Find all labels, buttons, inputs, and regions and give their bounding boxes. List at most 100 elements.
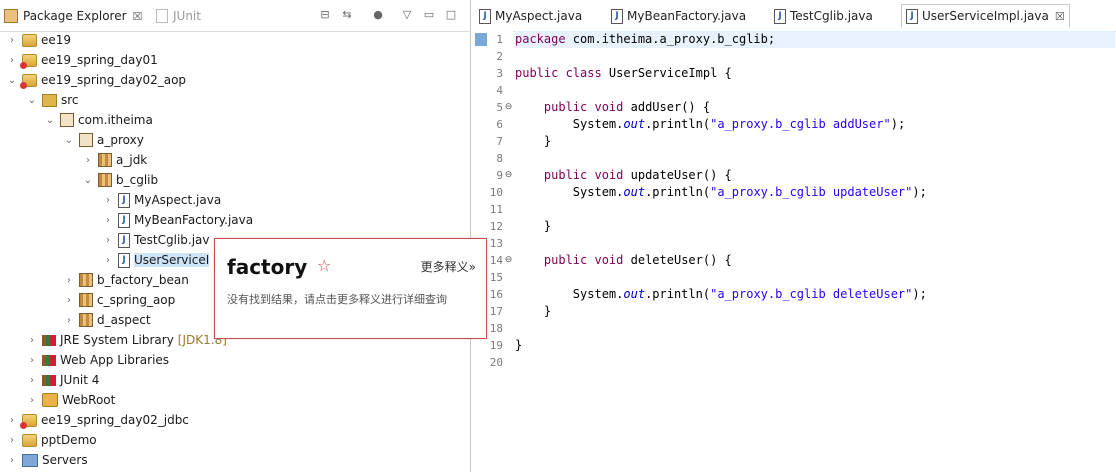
chevron-right-icon[interactable]: ›: [26, 355, 38, 366]
string-token: "a_proxy.b_cglib addUser": [710, 117, 891, 131]
tree-item-pptdemo[interactable]: › pptDemo: [6, 430, 97, 450]
code-line[interactable]: System.out.println("a_proxy.b_cglib addU…: [515, 116, 1115, 133]
code-line[interactable]: System.out.println("a_proxy.b_cglib dele…: [515, 286, 1115, 303]
code-line[interactable]: [515, 235, 1115, 252]
view-menu-icon[interactable]: ●: [371, 8, 385, 22]
package-explorer-icon: [4, 9, 18, 23]
tree-item-d-aspect[interactable]: › d_aspect: [63, 310, 151, 330]
tree-item-label: MyBeanFactory.java: [134, 213, 254, 227]
tree-item-jre-system-library[interactable]: › JRE System Library [JDK1.8]: [26, 330, 227, 350]
tree-item-servers[interactable]: › Servers: [6, 450, 88, 470]
fold-toggle-icon[interactable]: ⊖: [504, 171, 513, 180]
chevron-right-icon[interactable]: ›: [6, 455, 18, 466]
tab-junit[interactable]: JUnit: [156, 6, 201, 26]
chevron-down-icon[interactable]: ⌄: [44, 115, 56, 126]
tree-item-c-spring-aop[interactable]: › c_spring_aop: [63, 290, 175, 310]
code-line[interactable]: [515, 48, 1115, 65]
code-line[interactable]: public void updateUser() {: [515, 167, 1115, 184]
line-number: 5: [496, 101, 503, 114]
tree-item-ee19[interactable]: › ee19: [6, 30, 71, 50]
code-line[interactable]: System.out.println("a_proxy.b_cglib upda…: [515, 184, 1115, 201]
code-line[interactable]: [515, 320, 1115, 337]
code-line[interactable]: [515, 269, 1115, 286]
chevron-right-icon[interactable]: ›: [26, 395, 38, 406]
tree-item-ee19-spring-day02-jdbc[interactable]: › ee19_spring_day02_jdbc: [6, 410, 189, 430]
library-icon: [42, 374, 56, 386]
code-line[interactable]: public class UserServiceImpl {: [515, 65, 1115, 82]
code-line[interactable]: }: [515, 337, 1115, 354]
close-icon[interactable]: ☒: [1055, 10, 1065, 23]
code-line[interactable]: [515, 150, 1115, 167]
link-with-editor-icon[interactable]: ⇆: [340, 8, 354, 22]
tree-item-web-app-libraries[interactable]: › Web App Libraries: [26, 350, 169, 370]
code-token: System.: [515, 117, 624, 131]
code-token: updateUser() {: [623, 168, 732, 182]
code-line[interactable]: }: [515, 133, 1115, 150]
tree-item-myaspect[interactable]: › J MyAspect.java: [102, 190, 221, 210]
chevron-right-icon[interactable]: ›: [102, 255, 114, 266]
tab-testcglib[interactable]: J TestCglib.java: [774, 4, 873, 28]
tree-item-a-jdk[interactable]: › a_jdk: [82, 150, 147, 170]
chevron-right-icon[interactable]: ›: [63, 315, 75, 326]
fold-toggle-icon[interactable]: ⊖: [504, 103, 513, 112]
chevron-right-icon[interactable]: ›: [6, 415, 18, 426]
chevron-down-icon[interactable]: ⌄: [82, 175, 94, 186]
tree-item-label: a_jdk: [116, 153, 148, 167]
close-icon[interactable]: ☒: [133, 10, 143, 23]
maximize-icon[interactable]: □: [444, 8, 458, 22]
code-line[interactable]: [515, 82, 1115, 99]
chevron-right-icon[interactable]: ›: [26, 335, 38, 346]
chevron-right-icon[interactable]: ›: [102, 195, 114, 206]
chevron-right-icon[interactable]: ›: [102, 215, 114, 226]
chevron-down-icon[interactable]: ⌄: [6, 75, 18, 86]
more-definitions-link[interactable]: 更多释义»: [421, 258, 476, 275]
chevron-down-icon[interactable]: ⌄: [26, 95, 38, 106]
tab-myaspect[interactable]: J MyAspect.java: [479, 4, 582, 28]
field-token: out: [623, 287, 646, 301]
tree-item-a-proxy[interactable]: ⌄ a_proxy: [63, 130, 144, 150]
code-line[interactable]: public void deleteUser() {: [515, 252, 1115, 269]
chevron-right-icon[interactable]: ›: [26, 375, 38, 386]
tree-item-label: JUnit 4: [60, 373, 100, 387]
project-error-icon: [20, 53, 37, 69]
fold-toggle-icon[interactable]: ⊖: [504, 256, 513, 265]
tab-label: UserServiceImpl.java: [922, 9, 1049, 23]
tab-mybeanfactory[interactable]: J MyBeanFactory.java: [611, 4, 746, 28]
code-line[interactable]: [515, 354, 1115, 371]
keyword-token: public void: [543, 168, 624, 182]
tab-package-explorer[interactable]: Package Explorer ☒: [4, 6, 142, 26]
chevron-right-icon[interactable]: ›: [6, 435, 18, 446]
tree-item-webroot[interactable]: › WebRoot: [26, 390, 115, 410]
chevron-down-icon[interactable]: ▽: [400, 8, 414, 22]
minimize-icon[interactable]: ▭: [422, 8, 436, 22]
tree-item-testcglib[interactable]: › J TestCglib.jav: [102, 230, 210, 250]
code-line[interactable]: public void addUser() {: [515, 99, 1115, 116]
dictionary-popup: factory ☆ 更多释义» 没有找到结果，请点击更多释义进行详细查询: [214, 238, 487, 339]
line-number: 3: [496, 67, 503, 80]
chevron-right-icon[interactable]: ›: [102, 235, 114, 246]
tree-item-ee19-spring-day01[interactable]: › ee19_spring_day01: [6, 50, 158, 70]
chevron-right-icon[interactable]: ›: [6, 55, 18, 66]
collapse-all-icon[interactable]: ⊟: [318, 8, 332, 22]
keyword-token: public class: [515, 66, 602, 80]
chevron-right-icon[interactable]: ›: [63, 295, 75, 306]
tree-item-com-itheima[interactable]: ⌄ com.itheima: [44, 110, 153, 130]
tree-item-b-cglib[interactable]: ⌄ b_cglib: [82, 170, 158, 190]
tree-item-src[interactable]: ⌄ src: [26, 90, 79, 110]
code-line[interactable]: package com.itheima.a_proxy.b_cglib;: [515, 31, 1115, 48]
tree-item-b-factory-bean[interactable]: › b_factory_bean: [63, 270, 189, 290]
chevron-right-icon[interactable]: ›: [63, 275, 75, 286]
tree-item-ee19-spring-day02-aop[interactable]: ⌄ ee19_spring_day02_aop: [6, 70, 186, 90]
code-line[interactable]: [515, 201, 1115, 218]
tab-userserviceimpl[interactable]: J UserServiceImpl.java ☒: [901, 4, 1070, 28]
tree-item-junit4[interactable]: › JUnit 4: [26, 370, 99, 390]
code-line[interactable]: }: [515, 218, 1115, 235]
chevron-right-icon[interactable]: ›: [6, 35, 18, 46]
tree-item-label: src: [61, 93, 79, 107]
code-line[interactable]: }: [515, 303, 1115, 320]
chevron-right-icon[interactable]: ›: [82, 155, 94, 166]
tree-item-userserviceimpl[interactable]: › J UserServiceI: [102, 250, 210, 270]
star-icon[interactable]: ☆: [317, 256, 331, 275]
chevron-down-icon[interactable]: ⌄: [63, 135, 75, 146]
tree-item-mybeanfactory[interactable]: › J MyBeanFactory.java: [102, 210, 253, 230]
